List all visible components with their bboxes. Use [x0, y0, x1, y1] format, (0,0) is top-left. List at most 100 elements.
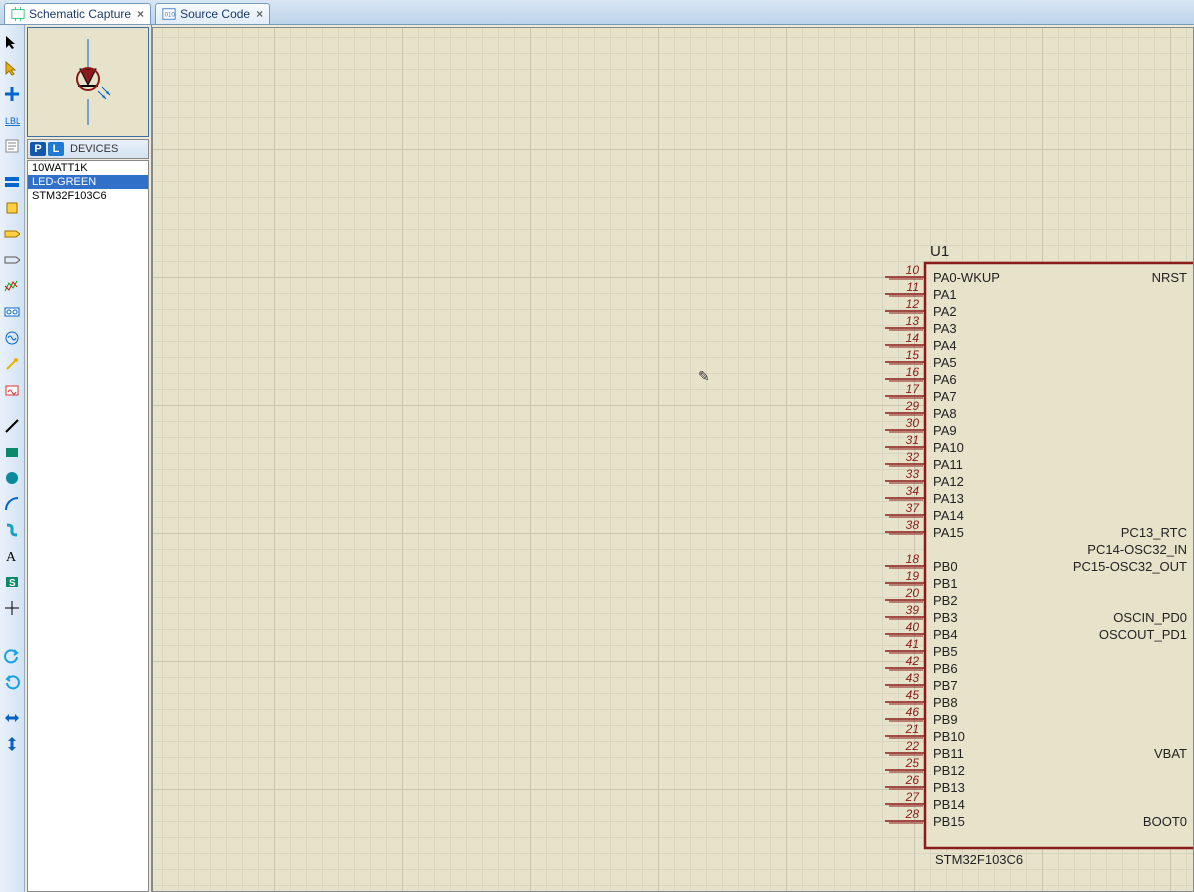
svg-text:14: 14: [906, 331, 920, 345]
svg-text:OSCOUT_PD1: OSCOUT_PD1: [1099, 627, 1187, 642]
selection-tool[interactable]: [1, 31, 23, 53]
arc-tool[interactable]: [1, 493, 23, 515]
devices-title: DEVICES: [70, 143, 118, 155]
tab-label: Source Code: [180, 7, 250, 21]
graph-tool[interactable]: [1, 275, 23, 297]
svg-text:21: 21: [905, 722, 919, 736]
tape-tool[interactable]: [1, 301, 23, 323]
svg-text:PB14: PB14: [933, 797, 965, 812]
schematic-canvas[interactable]: ✎ U1STM32F103C610PA0-WKUP11PA112PA213PA3…: [152, 27, 1194, 892]
svg-text:PB9: PB9: [933, 712, 958, 727]
svg-text:PB15: PB15: [933, 814, 965, 829]
svg-text:32: 32: [906, 450, 920, 464]
rotate-ccw-tool[interactable]: [1, 671, 23, 693]
svg-text:PB2: PB2: [933, 593, 958, 608]
svg-text:26: 26: [905, 773, 920, 787]
svg-text:30: 30: [906, 416, 920, 430]
pick-devices-button[interactable]: P: [30, 142, 46, 156]
junction-tool[interactable]: [1, 83, 23, 105]
svg-text:PC13_RTC: PC13_RTC: [1121, 525, 1187, 540]
svg-text:PA14: PA14: [933, 508, 964, 523]
svg-text:18: 18: [906, 552, 920, 566]
circle-tool[interactable]: [1, 467, 23, 489]
svg-text:25: 25: [905, 756, 920, 770]
instrument-tool[interactable]: [1, 379, 23, 401]
svg-text:PB1: PB1: [933, 576, 958, 591]
svg-text:PA6: PA6: [933, 372, 957, 387]
svg-text:PB12: PB12: [933, 763, 965, 778]
marker-tool[interactable]: [1, 597, 23, 619]
probe-tool[interactable]: [1, 353, 23, 375]
subcircuit-tool[interactable]: [1, 197, 23, 219]
svg-text:U1: U1: [930, 243, 949, 260]
wirelabel-tool[interactable]: LBL: [1, 109, 23, 131]
symbol-tool[interactable]: S: [1, 571, 23, 593]
svg-text:PA15: PA15: [933, 525, 964, 540]
pencil-cursor-icon: ✎: [698, 368, 710, 385]
svg-text:29: 29: [905, 399, 920, 413]
svg-text:12: 12: [906, 297, 920, 311]
svg-text:42: 42: [906, 654, 920, 668]
library-button[interactable]: L: [48, 142, 64, 156]
svg-text:40: 40: [906, 620, 920, 634]
box-tool[interactable]: [1, 441, 23, 463]
svg-text:A: A: [6, 550, 17, 564]
bus-tool[interactable]: [1, 171, 23, 193]
svg-text:39: 39: [906, 603, 920, 617]
close-icon[interactable]: ×: [137, 7, 144, 21]
svg-text:11: 11: [907, 280, 919, 294]
svg-text:46: 46: [906, 705, 920, 719]
component-tool[interactable]: [1, 57, 23, 79]
devicepin-tool[interactable]: [1, 249, 23, 271]
path-tool[interactable]: [1, 519, 23, 541]
flip-v-tool[interactable]: [1, 733, 23, 755]
device-item[interactable]: STM32F103C6: [28, 189, 148, 203]
svg-text:PC15-OSC32_OUT: PC15-OSC32_OUT: [1073, 559, 1187, 574]
flip-h-tool[interactable]: [1, 707, 23, 729]
svg-text:PA7: PA7: [933, 389, 957, 404]
source-code-icon: 010: [162, 7, 176, 21]
svg-text:PA10: PA10: [933, 440, 964, 455]
devices-list[interactable]: 10WATT1KLED-GREENSTM32F103C6: [27, 160, 149, 892]
line-tool[interactable]: [1, 415, 23, 437]
svg-text:41: 41: [906, 637, 919, 651]
schematic-icon: [11, 7, 25, 21]
svg-text:VBAT: VBAT: [1154, 746, 1187, 761]
svg-text:38: 38: [906, 518, 920, 532]
svg-text:PA1: PA1: [933, 287, 957, 302]
tab-schematic-capture[interactable]: Schematic Capture ×: [4, 3, 151, 24]
tab-bar: Schematic Capture × 010 Source Code ×: [0, 0, 1194, 25]
svg-text:31: 31: [906, 433, 919, 447]
svg-text:PB0: PB0: [933, 559, 958, 574]
svg-text:NRST: NRST: [1152, 270, 1187, 285]
svg-text:13: 13: [906, 314, 920, 328]
device-item[interactable]: 10WATT1K: [28, 161, 148, 175]
devices-header: P L DEVICES: [27, 139, 149, 159]
svg-text:20: 20: [905, 586, 920, 600]
svg-text:22: 22: [905, 739, 920, 753]
tool-palette: LBL A S: [0, 25, 25, 892]
svg-text:PB11: PB11: [933, 746, 964, 761]
text-tool[interactable]: A: [1, 545, 23, 567]
script-tool[interactable]: [1, 135, 23, 157]
rotate-cw-tool[interactable]: [1, 645, 23, 667]
svg-text:15: 15: [906, 348, 920, 362]
svg-text:PA12: PA12: [933, 474, 964, 489]
component-preview: [27, 27, 149, 137]
svg-text:16: 16: [906, 365, 920, 379]
close-icon[interactable]: ×: [256, 7, 263, 21]
device-item[interactable]: LED-GREEN: [28, 175, 148, 189]
component-u1[interactable]: U1STM32F103C610PA0-WKUP11PA112PA213PA314…: [875, 233, 1194, 892]
tab-label: Schematic Capture: [29, 7, 131, 21]
svg-text:PB3: PB3: [933, 610, 958, 625]
svg-text:PA13: PA13: [933, 491, 964, 506]
svg-text:PA2: PA2: [933, 304, 957, 319]
svg-text:33: 33: [906, 467, 920, 481]
tab-source-code[interactable]: 010 Source Code ×: [155, 3, 270, 24]
svg-text:34: 34: [906, 484, 920, 498]
terminal-tool[interactable]: [1, 223, 23, 245]
generator-tool[interactable]: [1, 327, 23, 349]
svg-text:PA9: PA9: [933, 423, 957, 438]
svg-text:10: 10: [906, 263, 920, 277]
svg-text:28: 28: [905, 807, 920, 821]
